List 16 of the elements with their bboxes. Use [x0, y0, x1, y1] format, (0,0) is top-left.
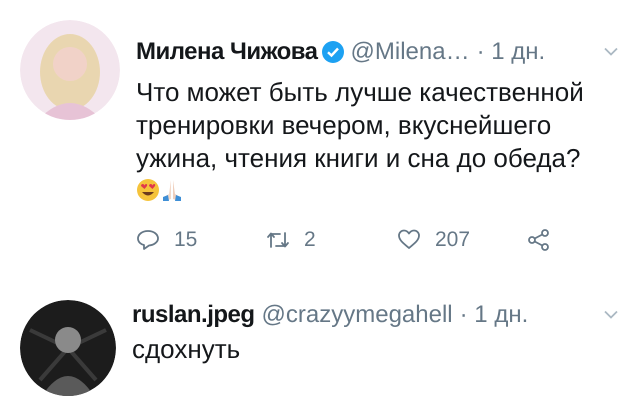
reply-icon[interactable]: [136, 228, 160, 252]
timestamp[interactable]: · 1 дн.: [460, 301, 528, 329]
display-name[interactable]: Милена Чижова: [136, 38, 318, 66]
share-icon[interactable]: [527, 228, 551, 252]
action-count: 15: [174, 228, 198, 252]
tweet-text: сдохнуть: [132, 333, 242, 366]
display-name[interactable]: ruslan.jpeg: [132, 301, 255, 329]
action-count: 207: [435, 228, 470, 252]
avatar[interactable]: [20, 300, 116, 396]
action-count: 2: [304, 228, 316, 252]
user-handle[interactable]: @Milena…: [350, 38, 470, 66]
user-handle[interactable]: @crazyymegahell: [262, 301, 453, 329]
timestamp[interactable]: · 1 дн.: [476, 38, 546, 66]
heart-eyes-face-icon: [136, 178, 160, 202]
heart-icon[interactable]: [397, 228, 421, 252]
tweet-text: Что может быть лучше качественной тренировки вечером, вкуснейшего ужина, чтения книги и сна до обеда?: [136, 76, 585, 175]
